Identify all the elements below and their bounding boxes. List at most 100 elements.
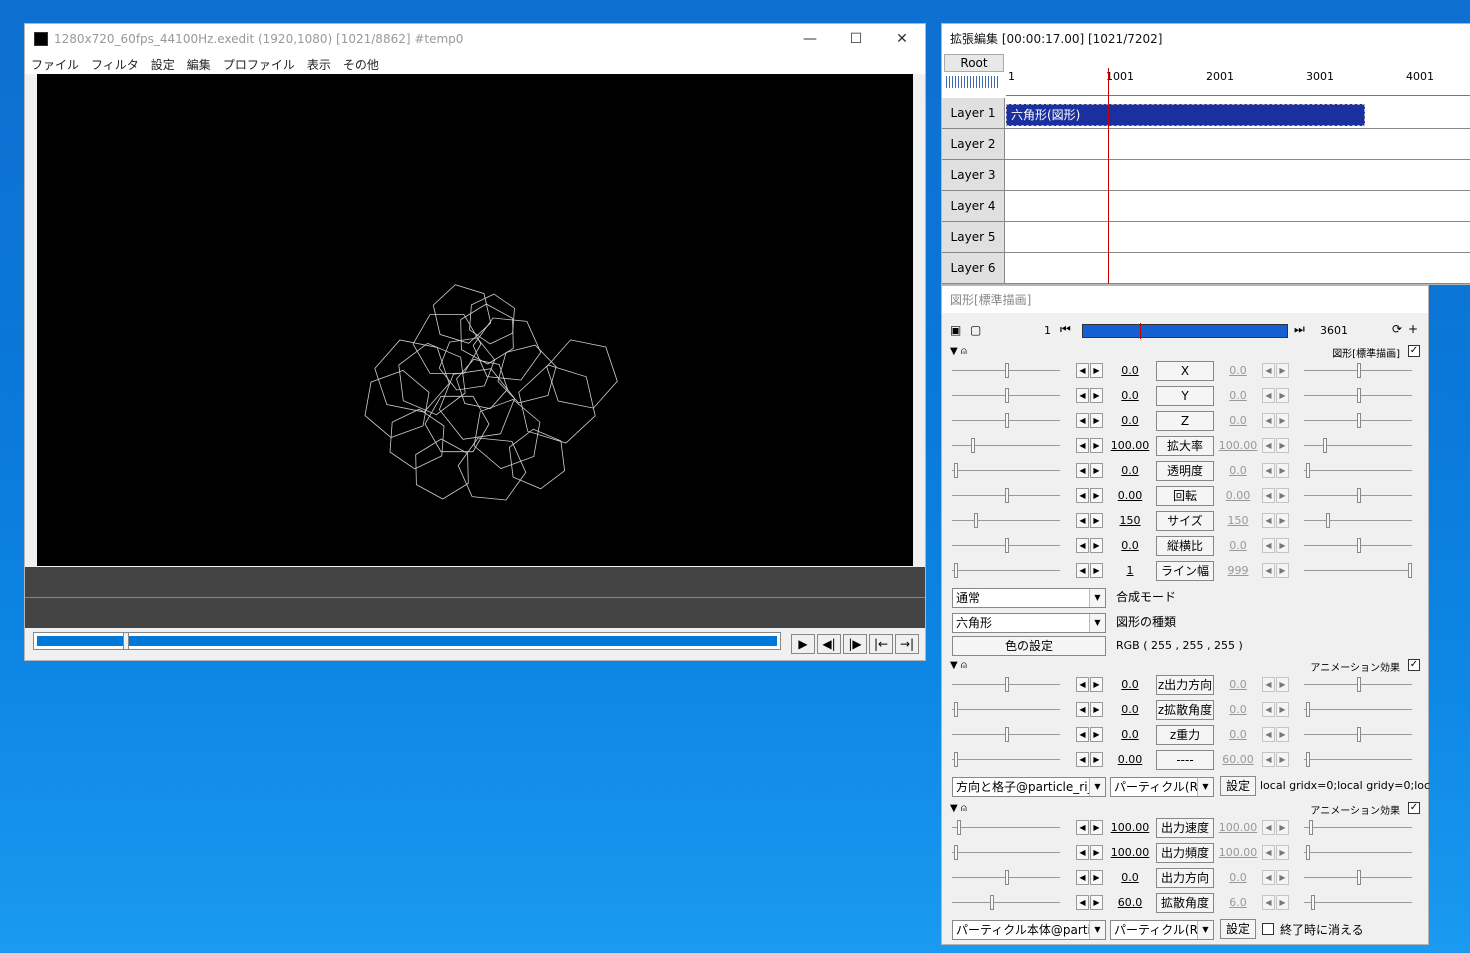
increment-icon[interactable]: ▶ [1276, 563, 1289, 578]
param-value-left[interactable]: 0.0 [1108, 870, 1152, 886]
slider-knob[interactable] [1357, 677, 1361, 692]
increment-icon[interactable]: ▶ [1276, 702, 1289, 717]
increment-icon[interactable]: ▶ [1090, 870, 1103, 885]
increment-icon[interactable]: ▶ [1090, 513, 1103, 528]
param-name-button[interactable]: 拡散角度 [1156, 893, 1214, 913]
slider-knob[interactable] [1005, 538, 1009, 553]
decrement-icon[interactable]: ◀ [1262, 363, 1275, 378]
slider-knob[interactable] [954, 563, 958, 578]
slider-knob[interactable] [1306, 702, 1310, 717]
shape-type-select[interactable]: 六角形 ▼ [952, 613, 1106, 633]
slider-knob[interactable] [1005, 413, 1009, 428]
layer-name[interactable]: Layer 3 [942, 160, 1005, 190]
animation-type-select[interactable]: パーティクル(R) ▼ [1110, 777, 1214, 797]
decrement-icon[interactable]: ◀ [1076, 388, 1089, 403]
increment-icon[interactable]: ▶ [1276, 388, 1289, 403]
param-slider-right[interactable] [1302, 867, 1414, 889]
increment-icon[interactable]: ▶ [1090, 702, 1103, 717]
animation-select[interactable]: パーティクル本体@particle_ ▼ [952, 920, 1106, 940]
decrement-icon[interactable]: ◀ [1262, 513, 1275, 528]
increment-icon[interactable]: ▶ [1276, 752, 1289, 767]
decrement-icon[interactable]: ◀ [1262, 538, 1275, 553]
layer-row[interactable]: Layer 1 六角形(図形) [942, 98, 1470, 129]
param-slider-right[interactable] [1302, 360, 1414, 382]
param-slider-left[interactable] [950, 724, 1062, 746]
param-name-button[interactable]: 縦横比 [1156, 536, 1214, 556]
increment-icon[interactable]: ▶ [1090, 677, 1103, 692]
slider-knob[interactable] [1323, 438, 1327, 453]
increment-icon[interactable]: ▶ [1090, 820, 1103, 835]
increment-icon[interactable]: ▶ [1276, 513, 1289, 528]
shadow-icon[interactable]: ▢ [970, 323, 981, 337]
param-value-left[interactable]: 0.0 [1108, 677, 1152, 693]
increment-icon[interactable]: ▶ [1276, 438, 1289, 453]
add-effect-icon[interactable]: + [1408, 322, 1418, 336]
param-value-right[interactable]: 60.00 [1216, 752, 1260, 768]
param-value-right[interactable]: 0.0 [1216, 538, 1260, 554]
chevron-down-icon[interactable]: ▼ [1089, 921, 1105, 939]
param-name-button[interactable]: Y [1156, 386, 1214, 406]
decrement-icon[interactable]: ◀ [1076, 870, 1089, 885]
slider-knob[interactable] [954, 752, 958, 767]
slider-knob[interactable] [1311, 895, 1315, 910]
slider-knob[interactable] [1357, 388, 1361, 403]
seek-bar[interactable] [33, 632, 781, 650]
layer-row[interactable]: Layer 3 [942, 160, 1470, 191]
param-value-left[interactable]: 150 [1108, 513, 1152, 529]
param-slider-left[interactable] [950, 410, 1062, 432]
param-slider-left[interactable] [950, 385, 1062, 407]
slider-knob[interactable] [1005, 727, 1009, 742]
main-titlebar[interactable]: 1280x720_60fps_44100Hz.exedit (1920,1080… [25, 24, 925, 54]
param-name-button[interactable]: Z [1156, 411, 1214, 431]
chevron-down-icon[interactable]: ▼ [1197, 778, 1213, 796]
layer-name[interactable]: Layer 6 [942, 253, 1005, 283]
increment-icon[interactable]: ▶ [1276, 820, 1289, 835]
increment-icon[interactable]: ▶ [1276, 727, 1289, 742]
layer-row[interactable]: Layer 5 [942, 222, 1470, 253]
menu-filter[interactable]: フィルタ [91, 56, 139, 73]
slider-knob[interactable] [957, 820, 961, 835]
slider-knob[interactable] [990, 895, 994, 910]
param-value-left[interactable]: 0.0 [1108, 363, 1152, 379]
param-value-left[interactable]: 0.00 [1108, 488, 1152, 504]
increment-icon[interactable]: ▶ [1090, 488, 1103, 503]
param-value-left[interactable]: 0.0 [1108, 538, 1152, 554]
param-value-right[interactable]: 150 [1216, 513, 1260, 529]
menu-profile[interactable]: プロファイル [223, 56, 295, 73]
slider-knob[interactable] [1005, 677, 1009, 692]
increment-icon[interactable]: ▶ [1090, 363, 1103, 378]
layer-name[interactable]: Layer 5 [942, 222, 1005, 252]
increment-icon[interactable]: ▶ [1090, 845, 1103, 860]
increment-icon[interactable]: ▶ [1090, 563, 1103, 578]
param-slider-right[interactable] [1302, 460, 1414, 482]
param-value-right[interactable]: 999 [1216, 563, 1260, 579]
decrement-icon[interactable]: ◀ [1076, 563, 1089, 578]
increment-icon[interactable]: ▶ [1276, 845, 1289, 860]
chevron-down-icon[interactable]: ▼ [1089, 614, 1105, 632]
animation-type-select[interactable]: パーティクル(R) ▼ [1110, 920, 1214, 940]
settings-button[interactable]: 設定 [1220, 776, 1256, 796]
slider-knob[interactable] [1357, 413, 1361, 428]
next-frame-icon[interactable]: |▶ [843, 634, 867, 654]
slider-knob[interactable] [1326, 513, 1330, 528]
param-slider-left[interactable] [950, 867, 1062, 889]
slider-knob[interactable] [1357, 870, 1361, 885]
rewind-icon[interactable]: ⏮ [1060, 322, 1071, 337]
increment-icon[interactable]: ▶ [1276, 363, 1289, 378]
decrement-icon[interactable]: ◀ [1262, 388, 1275, 403]
param-slider-right[interactable] [1302, 892, 1414, 914]
param-name-button[interactable]: ライン幅 [1156, 561, 1214, 581]
increment-icon[interactable]: ▶ [1090, 752, 1103, 767]
increment-icon[interactable]: ▶ [1090, 438, 1103, 453]
param-name-button[interactable]: 出力速度 [1156, 818, 1214, 838]
timeline-ruler[interactable]: 1 1001 2001 3001 4001 [1006, 70, 1470, 96]
slider-knob[interactable] [1357, 727, 1361, 742]
decrement-icon[interactable]: ◀ [1076, 702, 1089, 717]
param-slider-left[interactable] [950, 360, 1062, 382]
slider-knob[interactable] [1309, 820, 1313, 835]
decrement-icon[interactable]: ◀ [1262, 752, 1275, 767]
vanish-checkbox[interactable] [1262, 923, 1274, 935]
decrement-icon[interactable]: ◀ [1262, 727, 1275, 742]
param-value-left[interactable]: 0.0 [1108, 388, 1152, 404]
param-name-button[interactable]: 透明度 [1156, 461, 1214, 481]
